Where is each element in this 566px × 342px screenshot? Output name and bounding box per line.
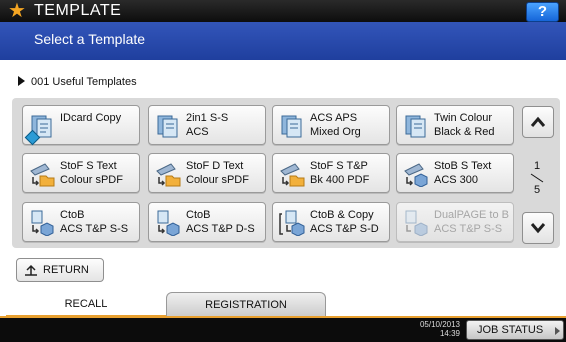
- template-button-ctob-d-s[interactable]: CtoB ACS T&P D-S: [148, 202, 266, 242]
- page-subtitle: Select a Template: [34, 31, 146, 47]
- copy-doc-icon: [157, 115, 178, 138]
- page-down-button[interactable]: [522, 212, 554, 244]
- date: 05/10/2013: [419, 320, 460, 329]
- copy-to-box-icon: [405, 210, 428, 236]
- template-button-ctob-copy[interactable]: CtoB & Copy ACS T&P S-D: [272, 202, 390, 242]
- scan-to-folder-icon: [280, 163, 305, 187]
- template-button-acs-aps[interactable]: ACS APS Mixed Org: [272, 105, 390, 145]
- copy-to-box-and-copy-icon: [279, 210, 305, 236]
- template-grid: IDcard Copy 2in1 S-S ACS ACS APS Mixed Org: [12, 98, 560, 248]
- total-pages: 5: [533, 184, 541, 196]
- help-button[interactable]: ?: [526, 2, 559, 22]
- scan-to-folder-icon: [30, 163, 55, 187]
- datetime: 05/10/2013 14:39: [410, 320, 460, 338]
- template-button-ctob-s-s[interactable]: CtoB ACS T&P S-S: [22, 202, 140, 242]
- template-button-2in1[interactable]: 2in1 S-S ACS: [148, 105, 266, 145]
- copy-doc-icon: [405, 115, 426, 138]
- template-button-stof-s-tp[interactable]: StoF S T&P Bk 400 PDF: [272, 153, 390, 193]
- template-button-dualpage-to-b: DualPAGE to B ACS T&P S-S: [396, 202, 514, 242]
- job-status-button[interactable]: JOB STATUS: [466, 320, 564, 340]
- return-arrow-icon: [25, 264, 37, 276]
- star-icon: ★: [8, 0, 26, 22]
- chevron-down-icon: [530, 223, 546, 234]
- copy-to-box-icon: [157, 210, 180, 236]
- header: ★ TEMPLATE ? Select a Template: [0, 0, 566, 60]
- copy-doc-icon: [281, 115, 302, 138]
- page-up-button[interactable]: [522, 106, 554, 138]
- group-name: 001 Useful Templates: [31, 76, 137, 88]
- status-bar: 05/10/2013 14:39 JOB STATUS: [0, 318, 566, 342]
- page-separator: [530, 173, 544, 183]
- arrow-right-icon: [555, 327, 560, 335]
- play-triangle-icon: [18, 76, 25, 86]
- tab-recall[interactable]: RECALL: [6, 292, 166, 318]
- copy-to-box-icon: [31, 210, 54, 236]
- app-title: TEMPLATE: [34, 2, 122, 19]
- chevron-up-icon: [530, 116, 546, 127]
- job-status-label: JOB STATUS: [477, 324, 544, 336]
- return-button[interactable]: RETURN: [16, 258, 104, 282]
- scan-to-folder-icon: [156, 163, 181, 187]
- scan-to-box-icon: [404, 163, 428, 187]
- time: 14:39: [439, 329, 460, 338]
- tab-bar: RECALL REGISTRATION: [0, 292, 566, 318]
- tab-registration[interactable]: REGISTRATION: [166, 292, 326, 318]
- template-button-stof-s-text[interactable]: StoF S Text Colour sPDF: [22, 153, 140, 193]
- template-button-twin-colour[interactable]: Twin Colour Black & Red: [396, 105, 514, 145]
- return-label: RETURN: [43, 264, 89, 276]
- current-page: 1: [533, 160, 541, 172]
- template-button-stob-s-text[interactable]: StoB S Text ACS 300: [396, 153, 514, 193]
- template-button-stof-d-text[interactable]: StoF D Text Colour sPDF: [148, 153, 266, 193]
- template-screen: ★ TEMPLATE ? Select a Template 001 Usefu…: [0, 0, 566, 342]
- group-label: 001 Useful Templates: [18, 76, 137, 88]
- page-indicator: 1 5: [524, 160, 550, 196]
- template-button-idcard-copy[interactable]: IDcard Copy: [22, 105, 140, 146]
